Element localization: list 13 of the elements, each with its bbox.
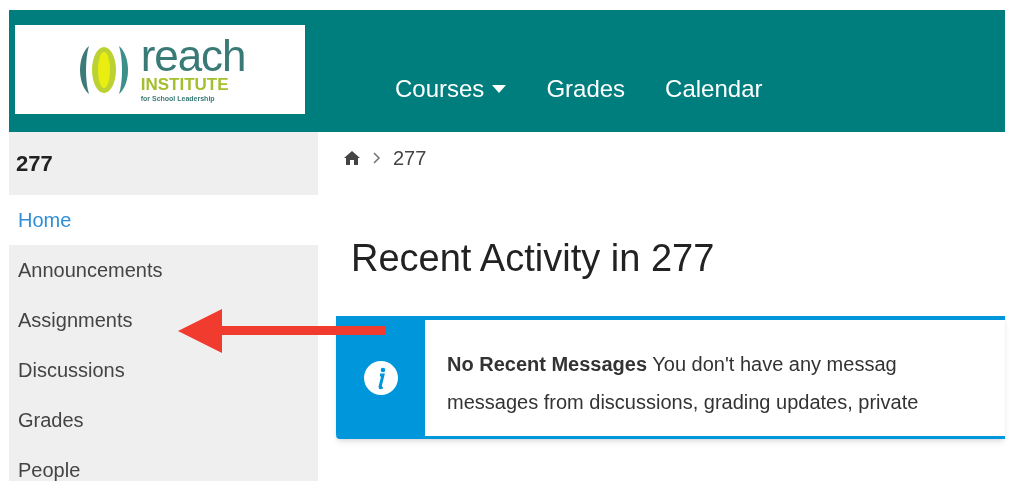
logo-name: reach <box>140 36 246 76</box>
chevron-icon <box>373 152 381 164</box>
nav-link[interactable]: Grades <box>546 74 626 104</box>
nav-link[interactable]: Calendar <box>665 74 763 104</box>
nav-link[interactable]: Courses <box>395 74 507 104</box>
home-icon[interactable] <box>343 150 361 166</box>
caret-icon <box>492 85 507 93</box>
info-icon <box>362 360 399 396</box>
alert-message: No Recent Messages You don't have any messag messages from discussions, grading updates, private <box>446 352 919 415</box>
logo-subtitle: INSTITUTE <box>140 76 230 94</box>
course-title: 277 <box>16 150 53 178</box>
page-heading: Recent Activity in 277 <box>351 236 716 281</box>
breadcrumb-link[interactable]: 277 <box>393 143 427 173</box>
